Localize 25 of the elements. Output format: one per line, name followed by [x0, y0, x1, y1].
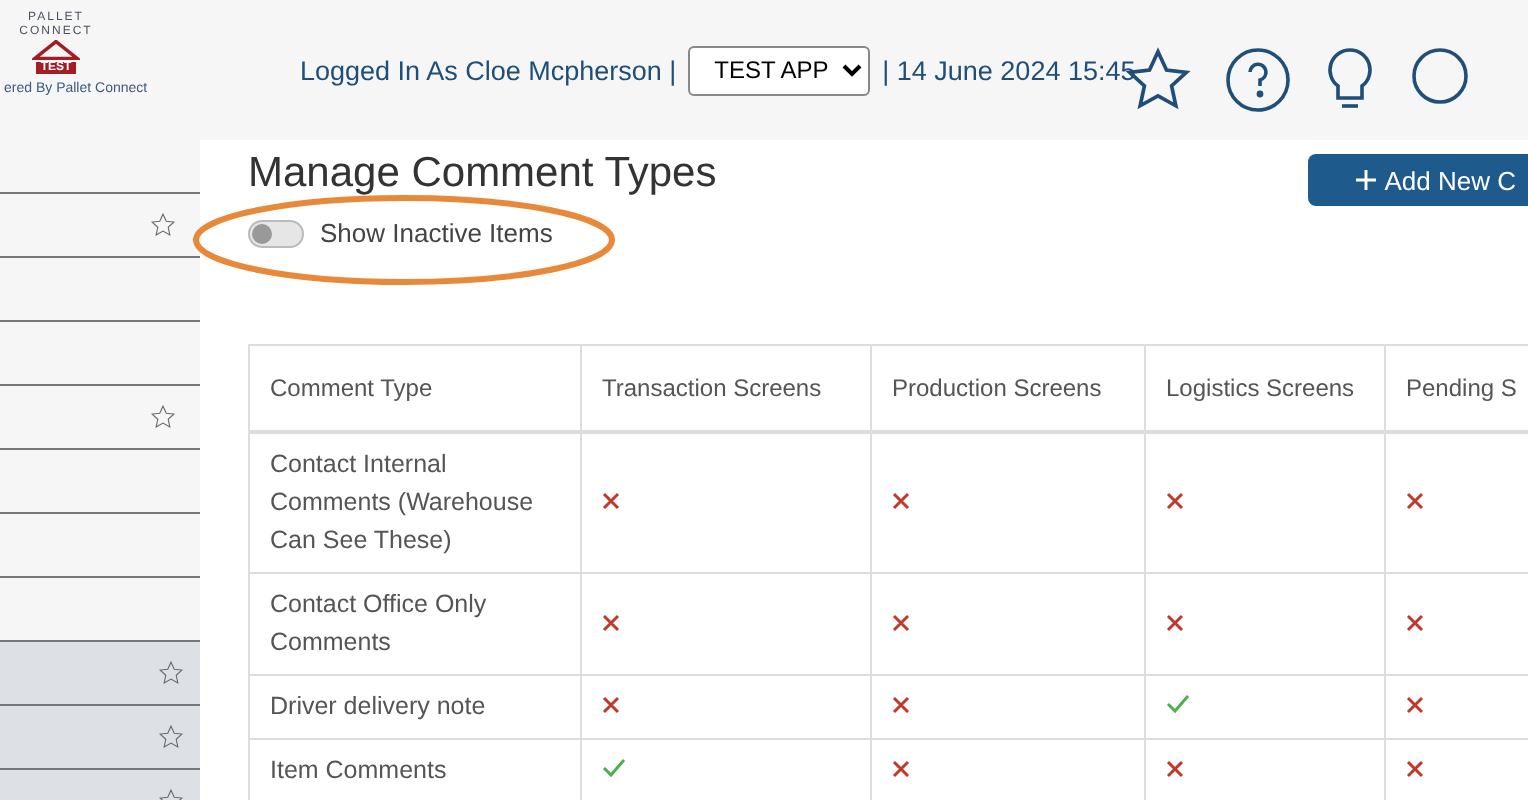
star-icon[interactable] [158, 660, 184, 686]
plus-icon [1356, 170, 1377, 190]
column-header: Comment Type [249, 345, 581, 432]
toggle-switch[interactable] [248, 219, 304, 247]
star-icon[interactable] [150, 212, 176, 238]
column-header: Pending S [1385, 345, 1528, 432]
star-icon[interactable] [158, 724, 184, 750]
sidebar-item[interactable] [0, 706, 200, 770]
column-header: Logistics Screens [1145, 345, 1385, 432]
page-title: Manage Comment Types [248, 150, 717, 198]
star-icon[interactable] [150, 404, 176, 430]
date-time: | 14 June 2024 15:45 [882, 55, 1136, 85]
help-icon[interactable] [1223, 46, 1292, 114]
column-header: Transaction Screens [581, 345, 871, 432]
add-new-button[interactable]: Add New C [1308, 154, 1528, 206]
toggle-label: Show Inactive Items [320, 218, 553, 248]
column-header: Production Screens [871, 345, 1145, 432]
table-cell: Contact Internal Comments (Warehouse Can See These) [249, 432, 581, 573]
table-cell: Driver delivery note [249, 675, 581, 739]
sidebar-item[interactable] [0, 642, 200, 706]
app-select[interactable]: TEST APP [688, 45, 871, 95]
logged-in-user: Logged In As Cloe Mcpherson | [300, 55, 677, 85]
table-cell: Contact Office Only Comments [249, 573, 581, 675]
lightbulb-icon[interactable] [1323, 46, 1376, 114]
table-cell: Item Comments [249, 739, 581, 800]
